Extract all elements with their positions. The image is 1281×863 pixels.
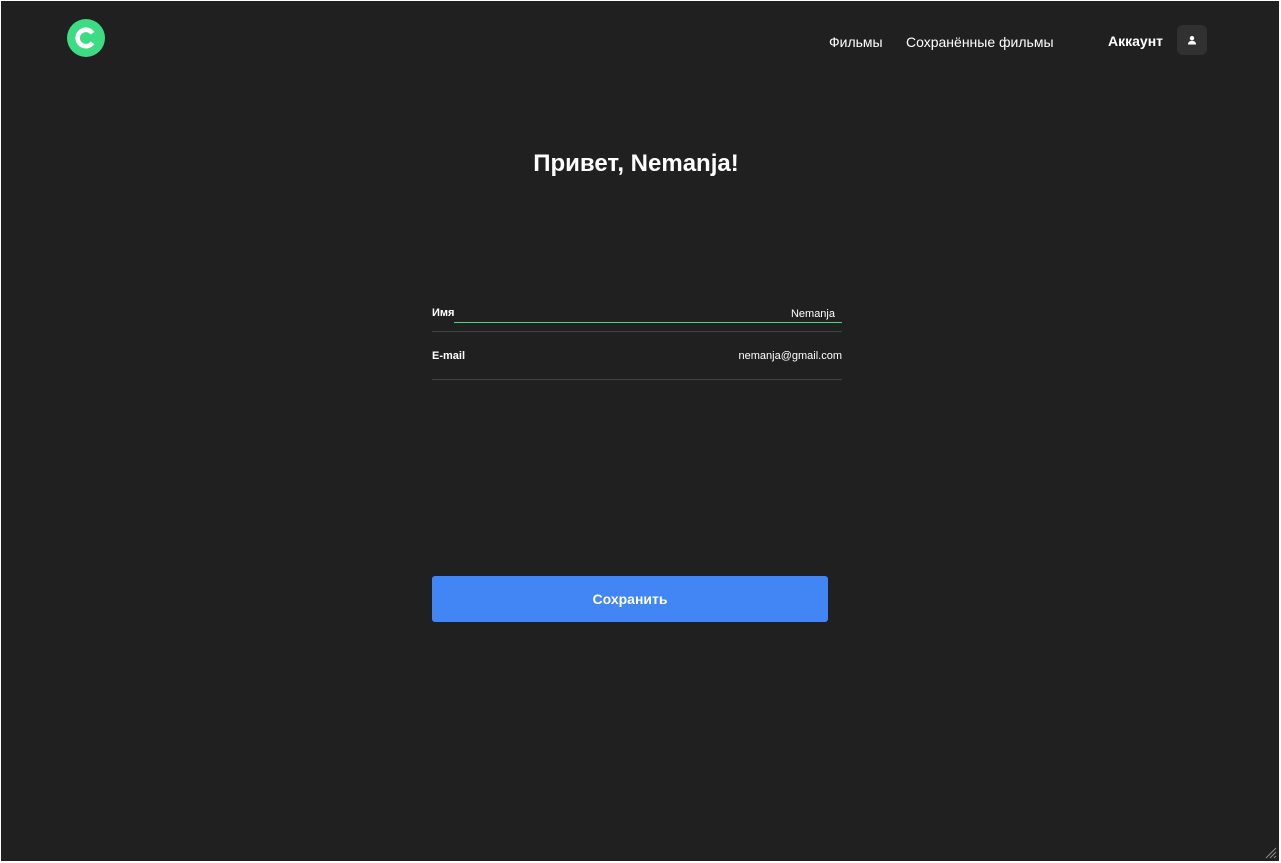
name-row: Имя — [432, 291, 842, 332]
name-label: Имя — [432, 307, 455, 319]
email-row: E-mail nemanja@gmail.com — [432, 332, 842, 380]
email-value: nemanja@gmail.com — [738, 349, 843, 362]
logo-link[interactable] — [67, 19, 105, 57]
email-label: E-mail — [432, 349, 466, 362]
page-title: Привет, Nemanja! — [533, 150, 739, 177]
account-button[interactable] — [1177, 25, 1207, 55]
resize-grip-icon[interactable] — [1265, 847, 1277, 859]
profile-form: Имя E-mail nemanja@gmail.com — [432, 291, 842, 380]
name-input[interactable] — [454, 305, 842, 323]
c-logo-icon — [67, 19, 105, 57]
nav-films-link[interactable]: Фильмы — [829, 33, 883, 51]
page: Фильмы Сохранённые фильмы Аккаунт Привет… — [1, 1, 1279, 861]
nav-saved-films-link[interactable]: Сохранённые фильмы — [906, 33, 1054, 51]
user-icon — [1188, 36, 1196, 45]
nav-account-link[interactable]: Аккаунт — [1108, 32, 1163, 50]
save-button[interactable]: Сохранить — [432, 576, 828, 622]
